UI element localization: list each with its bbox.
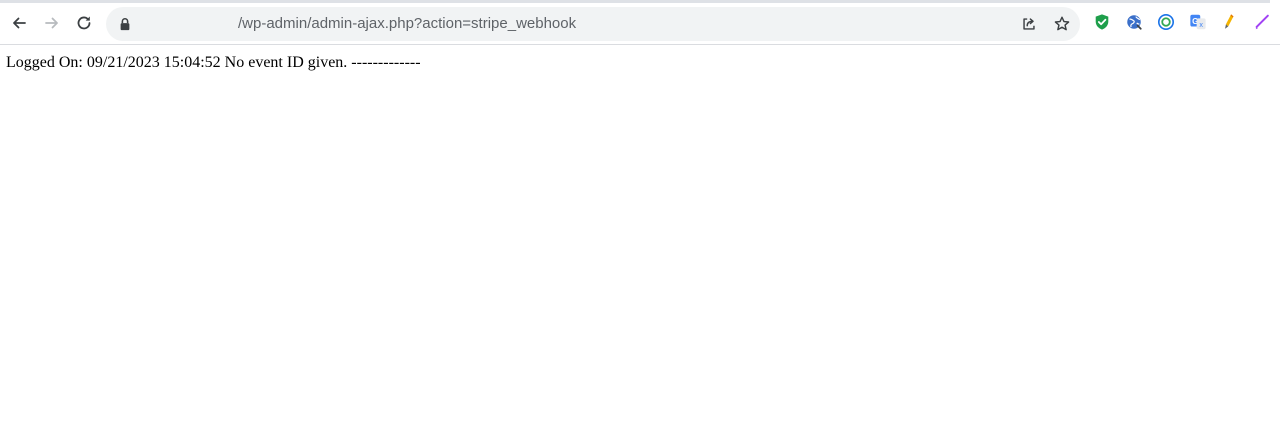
back-button[interactable] bbox=[5, 9, 33, 37]
reload-icon bbox=[77, 16, 91, 30]
pen-extension-icon[interactable] bbox=[1220, 12, 1240, 32]
tab-strip-edge bbox=[0, 0, 1270, 3]
bookmark-button[interactable] bbox=[1052, 14, 1072, 34]
svg-text:x: x bbox=[1199, 20, 1203, 29]
forward-button[interactable] bbox=[38, 9, 66, 37]
google-translate-extension-icon[interactable]: G x bbox=[1188, 12, 1208, 32]
address-bar[interactable]: /wp-admin/admin-ajax.php?action=stripe_w… bbox=[106, 7, 1080, 41]
arrow-left-icon bbox=[13, 17, 26, 29]
page-body-text: Logged On: 09/21/2023 15:04:52 No event … bbox=[6, 54, 421, 71]
share-icon bbox=[1023, 18, 1035, 30]
shield-check-extension-icon[interactable] bbox=[1092, 12, 1112, 32]
lock-icon[interactable] bbox=[117, 16, 133, 32]
arrow-right-icon bbox=[45, 17, 58, 29]
reload-button[interactable] bbox=[70, 9, 98, 37]
circle-ring-extension-icon[interactable] bbox=[1156, 12, 1176, 32]
pencil-extension-icon[interactable] bbox=[1252, 12, 1272, 32]
globe-extension-icon[interactable] bbox=[1124, 12, 1144, 32]
share-button[interactable] bbox=[1019, 14, 1039, 34]
url-text[interactable]: /wp-admin/admin-ajax.php?action=stripe_w… bbox=[238, 14, 576, 34]
browser-toolbar: /wp-admin/admin-ajax.php?action=stripe_w… bbox=[0, 0, 1280, 45]
star-icon bbox=[1054, 16, 1070, 31]
